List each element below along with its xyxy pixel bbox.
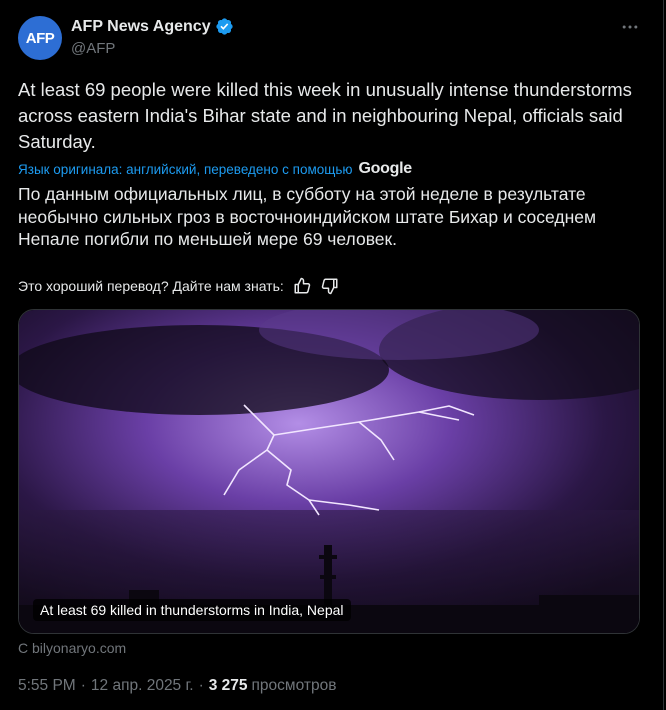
avatar-text: AFP xyxy=(25,29,55,47)
verified-badge-icon xyxy=(215,18,233,35)
tweet-time[interactable]: 5:55 PM xyxy=(18,677,76,695)
translation-feedback: Это хороший перевод? Дайте нам знать: xyxy=(18,276,340,296)
feedback-prompt: Это хороший перевод? Дайте нам знать: xyxy=(18,278,284,294)
link-card-caption: At least 69 killed in thunderstorms in I… xyxy=(33,599,351,621)
tweet-meta: 5:55 PM · 12 апр. 2025 г. · 3 275 просмо… xyxy=(18,677,336,695)
google-logo: Google xyxy=(358,160,413,177)
views-count: 3 275 xyxy=(208,677,248,694)
translation-info: Язык оригинала: английский, переведено с… xyxy=(18,160,412,178)
translation-info-label[interactable]: Язык оригинала: английский, переведено с… xyxy=(18,162,353,177)
author-handle[interactable]: @AFP xyxy=(71,40,115,57)
lightning-photo xyxy=(19,310,639,633)
tweet-date[interactable]: 12 апр. 2025 г. xyxy=(91,677,194,695)
avatar[interactable]: AFP xyxy=(18,16,62,60)
translated-text: По данным официальных лиц, в субботу на … xyxy=(18,184,597,249)
author-name[interactable]: AFP News Agency xyxy=(71,18,211,36)
author-row: AFP News Agency xyxy=(71,17,234,36)
meta-separator: · xyxy=(80,677,86,694)
link-card-image[interactable]: At least 69 killed in thunderstorms in I… xyxy=(18,309,640,634)
thumbs-up-icon[interactable] xyxy=(292,276,312,296)
thumbs-down-icon[interactable] xyxy=(320,276,340,296)
tweet-container: AFP AFP News Agency @AFP At least 69 peo… xyxy=(0,0,664,710)
views-label: просмотров xyxy=(251,677,337,694)
link-source[interactable]: С bilyonaryo.com xyxy=(18,640,126,656)
tweet-text: At least 69 people were killed this week… xyxy=(18,79,632,152)
more-options-icon[interactable] xyxy=(620,17,640,42)
meta-separator: · xyxy=(198,677,204,694)
